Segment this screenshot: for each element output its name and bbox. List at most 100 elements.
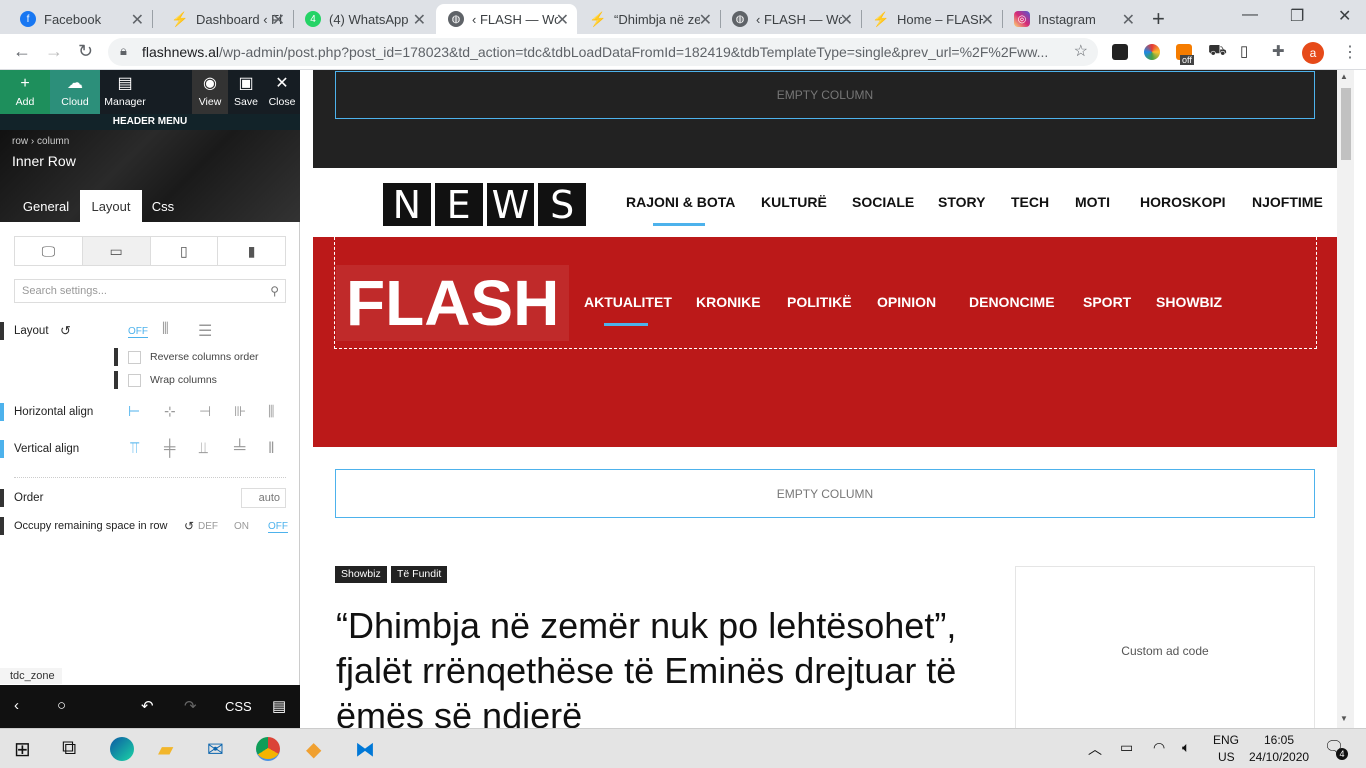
breadcrumb-row[interactable]: row — [12, 136, 28, 147]
undo-icon[interactable]: ↶ — [141, 697, 154, 715]
align-center-icon[interactable]: ⊹ — [164, 403, 176, 420]
tablet-portrait-icon[interactable]: ▯ — [151, 237, 219, 265]
close-icon[interactable]: ✕ — [840, 10, 853, 30]
nav-njoftime[interactable]: NJOFTIME — [1252, 194, 1323, 210]
settings-search-input[interactable]: Search settings... ⚲ — [14, 279, 286, 303]
view-button[interactable]: ◉ View — [192, 70, 228, 114]
tab-instagram[interactable]: ◎ Instagram ✕ — [1002, 4, 1143, 34]
volume-icon[interactable]: 🔈︎ — [1182, 739, 1190, 756]
battery-icon[interactable]: ▭ — [1120, 739, 1133, 756]
close-icon[interactable]: ✕ — [699, 10, 712, 30]
columns-icon[interactable]: ⫴ — [162, 321, 169, 339]
menu-dots-icon[interactable]: ⋮ — [1342, 42, 1358, 62]
space-between-icon[interactable]: ⊪ — [234, 403, 246, 420]
news-logo[interactable]: N E W S — [383, 183, 586, 227]
layers-icon[interactable]: ▤ — [272, 697, 286, 715]
star-icon[interactable]: ☆ — [1074, 41, 1088, 61]
close-icon[interactable]: ✕ — [413, 10, 426, 30]
nav-denoncime[interactable]: DENONCIME — [969, 294, 1055, 310]
align-right-icon[interactable]: ⊣ — [199, 403, 211, 420]
reverse-columns-checkbox[interactable] — [128, 351, 141, 364]
reset-icon[interactable]: ↺ — [60, 323, 71, 339]
tab-facebook[interactable]: f Facebook ✕ — [0, 4, 152, 34]
align-left-icon[interactable]: ⊢ — [128, 403, 140, 420]
tablet-landscape-icon[interactable]: ▭ — [82, 237, 151, 265]
flash-logo[interactable]: FLASH — [336, 265, 569, 341]
close-icon[interactable]: ✕ — [131, 10, 144, 30]
redo-icon[interactable]: ↷ — [184, 697, 197, 715]
profile-avatar[interactable]: a — [1302, 42, 1324, 64]
nav-moti[interactable]: MOTI — [1075, 194, 1110, 210]
add-button[interactable]: + Add — [0, 70, 50, 114]
layout-off-toggle[interactable]: OFF — [128, 326, 148, 338]
nav-horoskopi[interactable]: HOROSKOPI — [1140, 194, 1226, 210]
puzzle-icon[interactable]: ✚ — [1272, 42, 1285, 60]
dinosaur-icon[interactable]: ⛟ — [1208, 42, 1227, 61]
align-baseline-icon[interactable]: ╧ — [234, 440, 245, 458]
minimize-icon[interactable]: — — [1242, 6, 1258, 24]
css-button[interactable]: CSS — [225, 699, 252, 714]
reload-icon[interactable]: ↻ — [78, 41, 93, 62]
tab-dhimbja[interactable]: ⚡ “Dhimbja në ze ✕ — [578, 4, 720, 34]
chrome-icon[interactable] — [256, 737, 280, 761]
scroll-up-icon[interactable]: ▲ — [1340, 72, 1348, 81]
nav-aktualitet[interactable]: AKTUALITET — [584, 294, 672, 310]
nav-story[interactable]: STORY — [938, 194, 985, 210]
scroll-down-icon[interactable]: ▼ — [1340, 714, 1348, 723]
nav-showbiz[interactable]: SHOWBIZ — [1156, 294, 1222, 310]
space-around-icon[interactable]: ⫼ — [268, 403, 274, 420]
vscode-icon[interactable]: ⧓ — [355, 737, 375, 762]
new-tab-button[interactable]: + — [1152, 6, 1165, 32]
scrollbar-thumb[interactable] — [1341, 88, 1351, 160]
save-button[interactable]: ▣ Save — [228, 70, 264, 114]
language-indicator[interactable]: ENG — [1213, 733, 1239, 747]
clock-time[interactable]: 16:05 — [1264, 733, 1294, 747]
wifi-icon[interactable]: ◠ — [1153, 739, 1165, 756]
phone-icon[interactable]: ▮ — [218, 237, 285, 265]
mail-icon[interactable]: ✉ — [207, 737, 224, 762]
category-tag-showbiz[interactable]: Showbiz — [335, 566, 387, 583]
file-explorer-icon[interactable]: ▰ — [158, 737, 173, 762]
tab-dashboard[interactable]: ⚡ Dashboard ‹ Fl ✕ — [152, 4, 293, 34]
color-picker-icon[interactable] — [1144, 44, 1160, 60]
reset-icon[interactable]: ↺ — [184, 519, 194, 533]
category-tag-te-fundit[interactable]: Të Fundit — [391, 566, 448, 583]
address-bar[interactable]: 🔒︎ flashnews.al/wp-admin/post.php?post_i… — [108, 38, 1098, 66]
nav-tech[interactable]: TECH — [1011, 194, 1049, 210]
edge-icon[interactable] — [110, 737, 134, 761]
nav-kronike[interactable]: KRONIKE — [696, 294, 761, 310]
react-devtools-icon[interactable] — [1112, 44, 1128, 60]
rows-icon[interactable]: ☰ — [198, 321, 212, 341]
page-scrollbar[interactable] — [1337, 70, 1354, 728]
nav-politike[interactable]: POLITIKË — [787, 294, 852, 310]
nav-sport[interactable]: SPORT — [1083, 294, 1131, 310]
tab-home-flash[interactable]: ⚡ Home – FLASH ✕ — [861, 4, 1002, 34]
device-icon[interactable]: ▯ — [1240, 42, 1248, 60]
tab-whatsapp[interactable]: 4 (4) WhatsApp ✕ — [293, 4, 434, 34]
nav-sociale[interactable]: SOCIALE — [852, 194, 914, 210]
tab-flash-2[interactable]: ◍ ‹ FLASH — Wo ✕ — [720, 4, 861, 34]
align-bottom-icon[interactable]: ⫫ — [199, 440, 208, 458]
close-icon[interactable]: ✕ — [556, 10, 569, 30]
task-view-icon[interactable]: ⧉ — [62, 737, 76, 760]
close-icon[interactable]: ✕ — [1122, 10, 1135, 30]
desktop-icon[interactable]: 🖵︎ — [15, 237, 83, 265]
align-middle-icon[interactable]: ╪ — [164, 440, 175, 458]
manager-button[interactable]: ▤ Manager — [100, 70, 150, 114]
chevron-up-icon[interactable]: ︿ — [1088, 739, 1102, 759]
tab-css[interactable]: Css — [142, 190, 184, 222]
close-icon[interactable]: ✕ — [272, 10, 285, 30]
keyboard-layout[interactable]: US — [1218, 750, 1235, 764]
occupy-def-toggle[interactable]: DEF — [198, 521, 218, 532]
wrap-columns-checkbox[interactable] — [128, 374, 141, 387]
nav-rajoni-bota[interactable]: RAJONI & BOTA — [626, 194, 735, 210]
cloud-button[interactable]: ☁ Cloud — [50, 70, 100, 114]
empty-column-mid[interactable]: EMPTY COLUMN — [335, 469, 1315, 518]
empty-column-top[interactable]: EMPTY COLUMN — [335, 71, 1315, 119]
close-icon[interactable]: ✕ — [981, 10, 994, 30]
occupy-on-toggle[interactable]: ON — [234, 521, 249, 532]
tab-flash-active[interactable]: ◍ ‹ FLASH — Wo ✕ — [436, 4, 577, 34]
nav-kulture[interactable]: KULTURË — [761, 194, 827, 210]
window-close-icon[interactable]: ✕ — [1338, 6, 1351, 26]
tab-layout[interactable]: Layout — [80, 190, 142, 222]
